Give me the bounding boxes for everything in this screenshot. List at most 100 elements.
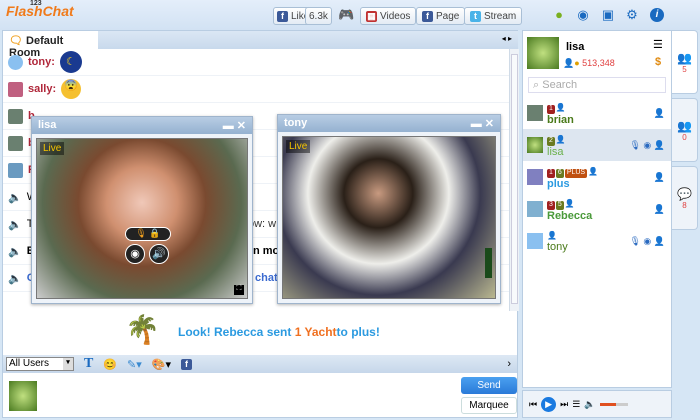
page-button[interactable]: f Page xyxy=(416,7,466,25)
gift-notification: 🌴 Look! Rebecca sent 1 Yacht to plus! xyxy=(3,311,517,353)
side-tab-messages[interactable]: 💬 8 xyxy=(672,166,698,230)
send-button[interactable]: Send xyxy=(461,377,517,394)
window-controls[interactable]: ▬ ✕ xyxy=(223,119,246,132)
chat-bubbles-icon: 🗨 xyxy=(9,35,23,47)
username[interactable]: tony: xyxy=(28,56,55,68)
stream-button[interactable]: t Stream xyxy=(464,7,523,25)
user-list: 1 👤 brian 👤 2 👤 lisa 🎙 ◉ 👤 1 6 PLUS 👤 plus 👤 3 5 👤 Rebecc… xyxy=(523,97,671,257)
live-badge: Live xyxy=(286,140,311,153)
webcam-video: Live xyxy=(282,136,496,299)
tab-scroll-arrows[interactable]: ◂ ▸ xyxy=(502,34,512,43)
like-count: 6.3k xyxy=(305,7,332,25)
user-panel: lisa ☰ 👤● 513,348 $ ⌕ Search 1 👤 brian 👤 2 👤 l… xyxy=(522,30,672,388)
username[interactable]: sally: xyxy=(28,83,56,95)
webcam-toggle-icon[interactable]: ◉ xyxy=(125,244,145,264)
facebook-icon: f xyxy=(422,10,433,22)
side-tab-friends[interactable]: 👥 0 xyxy=(672,98,698,162)
video-icon: ▦ xyxy=(366,10,377,22)
music-player: ⏮ ▶ ⏭ ☰ 🔈 xyxy=(522,390,672,418)
volume-icon: 🔈 xyxy=(584,398,596,409)
twitter-icon: t xyxy=(470,10,481,22)
avatar xyxy=(527,233,543,249)
webcam-icon[interactable]: ◉ xyxy=(576,8,590,22)
speaker-toggle-icon[interactable]: 🔊 xyxy=(149,244,169,264)
avatar xyxy=(8,81,23,97)
user-status-icon: 👤 xyxy=(653,203,665,214)
audio-level-meter xyxy=(485,248,492,278)
text-format-icon[interactable]: T xyxy=(84,356,93,372)
playlist-icon[interactable]: ☰ xyxy=(572,399,580,410)
user-name: Rebecca xyxy=(547,209,593,222)
tab-default-room[interactable]: 🗨 Default Room xyxy=(3,31,98,59)
rank-badge: 1 xyxy=(547,168,555,178)
profile-name: lisa xyxy=(566,41,585,53)
user-icon: 👤 xyxy=(555,134,566,144)
live-badge: Live xyxy=(40,142,65,155)
marquee-button[interactable]: Marquee xyxy=(461,397,517,414)
recipient-select[interactable]: All Users ▾ xyxy=(6,357,74,371)
fullscreen-icon[interactable]: ⛶ xyxy=(234,285,244,295)
gift-text: Look! Rebecca sent xyxy=(178,325,292,339)
palette-icon[interactable]: 🎨▾ xyxy=(152,358,171,371)
videos-button[interactable]: ▦ Videos xyxy=(360,7,417,25)
apple-icon[interactable] xyxy=(526,8,540,22)
user-list-item[interactable]: 3 5 👤 Rebecca 👤 xyxy=(523,193,671,225)
avatar xyxy=(8,54,23,70)
user-list-item[interactable]: 2 👤 lisa 🎙 ◉ 👤 xyxy=(523,129,671,161)
menu-list-icon[interactable]: ☰ xyxy=(653,38,663,51)
rank-badge: 2 xyxy=(547,136,555,146)
user-name: plus xyxy=(547,177,570,190)
logo: 123 FlashChat xyxy=(6,0,74,19)
webcam-window-lisa[interactable]: lisa ▬ ✕ Live 🎙 🔒 ◉ 🔊 ⛶ xyxy=(31,116,253,304)
previous-icon[interactable]: ⏮ xyxy=(529,399,537,410)
user-icon: 👤 xyxy=(547,231,557,240)
sticker-icon[interactable]: ✎▾ xyxy=(127,358,142,371)
user-status-icon: 👤 xyxy=(653,171,665,182)
palm-yacht-icon: 🌴 xyxy=(125,314,160,345)
gift-text: to plus! xyxy=(336,325,380,339)
user-list-item[interactable]: 1 👤 brian 👤 xyxy=(523,97,671,129)
avatar xyxy=(527,201,543,217)
chevron-right-icon[interactable]: › xyxy=(507,358,511,370)
user-icon: 👤 xyxy=(555,102,566,112)
gift-item: 1 Yacht xyxy=(294,325,337,339)
gift-icon[interactable]: ▣ xyxy=(601,8,615,22)
chat-panel: 🗨 Default Room ◂ ▸ tony:☾ sally:😨 b b R … xyxy=(2,30,519,418)
user-icon: 👤 xyxy=(564,198,575,208)
android-icon[interactable]: ● xyxy=(552,8,566,22)
profile-avatar[interactable] xyxy=(527,37,559,69)
webcam-video: Live 🎙 🔒 ◉ 🔊 ⛶ xyxy=(36,138,248,299)
coins: 👤● 513,348 xyxy=(563,58,615,68)
dollar-icon[interactable]: $ xyxy=(655,56,661,68)
play-button[interactable]: ▶ xyxy=(541,396,557,412)
webcam-title: tony xyxy=(284,117,308,129)
speaker-icon: 🔈 xyxy=(8,191,22,204)
avatar xyxy=(527,137,543,153)
window-controls[interactable]: ▬ ✕ xyxy=(471,117,494,130)
user-name: tony xyxy=(547,241,568,253)
info-icon[interactable]: i xyxy=(650,8,664,22)
webcam-window-tony[interactable]: tony ▬ ✕ Live xyxy=(277,114,501,304)
user-list-item[interactable]: 1 6 PLUS 👤 plus 👤 xyxy=(523,161,671,193)
message-toolbar: All Users ▾ T 😊 ✎▾ 🎨▾ f › xyxy=(3,355,517,373)
message-input[interactable] xyxy=(43,377,453,415)
user-icon: 👤 xyxy=(588,166,599,176)
volume-slider[interactable] xyxy=(599,402,628,406)
rank-badge: 3 xyxy=(547,200,555,210)
mic-lock-control[interactable]: 🎙 🔒 xyxy=(125,227,171,241)
chat-scrollbar[interactable] xyxy=(509,49,519,311)
moon-emoticon: ☾ xyxy=(59,51,82,73)
rank-badge: 5 xyxy=(555,200,564,210)
avatar xyxy=(527,169,543,185)
side-tab-users[interactable]: 👥 5 xyxy=(672,30,698,94)
next-icon[interactable]: ⏭ xyxy=(560,399,568,410)
user-list-item[interactable]: 👤 tony 🎙 ◉ 👤 xyxy=(523,225,671,257)
gear-icon[interactable]: ⚙ xyxy=(625,8,639,22)
pray-emoticon: 😨 xyxy=(61,79,82,99)
webcam-title: lisa xyxy=(38,119,57,131)
emoticon-icon[interactable]: 😊 xyxy=(103,358,117,371)
search-input[interactable]: ⌕ Search xyxy=(528,77,666,93)
facebook-share-icon[interactable]: f xyxy=(181,358,193,370)
avatar xyxy=(8,108,23,124)
gamepad-icon[interactable]: 🎮 xyxy=(338,8,354,22)
